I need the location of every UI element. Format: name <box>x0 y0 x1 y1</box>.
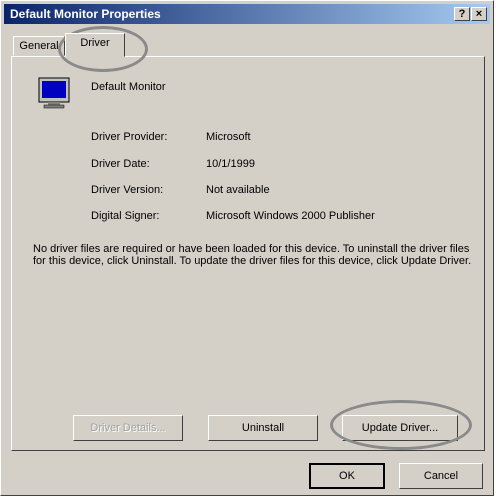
tab-general[interactable]: General <box>13 36 65 56</box>
tab-driver[interactable]: Driver <box>65 33 125 57</box>
driver-provider-value: Microsoft <box>206 131 251 143</box>
driver-date-value: 10/1/1999 <box>206 158 255 170</box>
cancel-button[interactable]: Cancel <box>399 463 483 489</box>
close-button[interactable]: × <box>471 7 487 21</box>
driver-date-label: Driver Date: <box>91 158 150 170</box>
digital-signer-value: Microsoft Windows 2000 Publisher <box>206 210 375 222</box>
driver-details-button[interactable]: Driver Details... <box>73 415 183 441</box>
driver-description: No driver files are required or have bee… <box>33 243 472 267</box>
properties-dialog: Default Monitor Properties ? × General D… <box>0 0 494 496</box>
ok-button[interactable]: OK <box>309 463 385 489</box>
monitor-icon <box>38 77 70 109</box>
update-driver-button[interactable]: Update Driver... <box>342 415 458 441</box>
digital-signer-label: Digital Signer: <box>91 210 160 222</box>
driver-provider-label: Driver Provider: <box>91 131 168 143</box>
window-title: Default Monitor Properties <box>10 7 161 21</box>
title-bar[interactable]: Default Monitor Properties ? × <box>4 4 490 24</box>
help-button[interactable]: ? <box>454 7 470 21</box>
driver-version-value: Not available <box>206 184 270 196</box>
device-name: Default Monitor <box>91 81 166 93</box>
driver-version-label: Driver Version: <box>91 184 164 196</box>
uninstall-button[interactable]: Uninstall <box>208 415 318 441</box>
